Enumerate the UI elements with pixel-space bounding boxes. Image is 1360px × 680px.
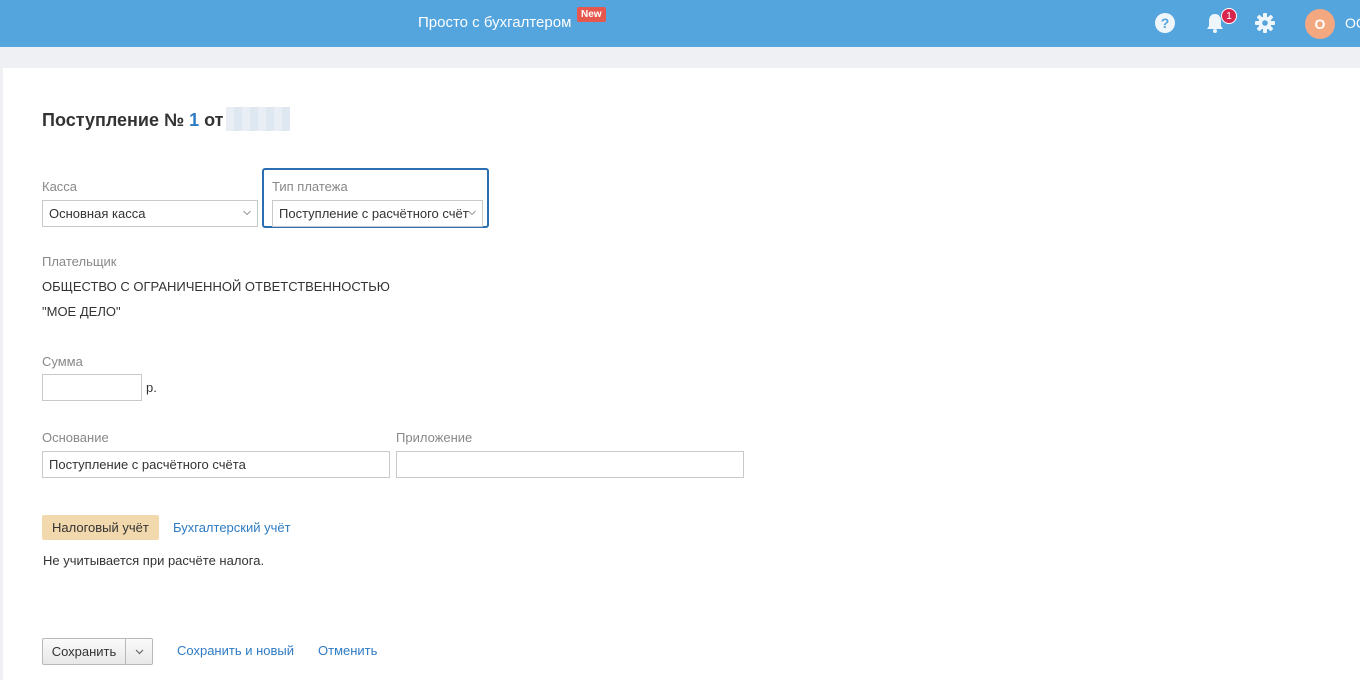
save-options-dropdown-button[interactable] <box>125 638 153 665</box>
kassa-select[interactable]: Основная касса <box>42 200 258 227</box>
attachment-label: Приложение <box>396 430 473 445</box>
basis-input[interactable]: Поступление с расчётного счёта <box>42 451 390 478</box>
kassa-value: Основная касса <box>49 206 146 221</box>
cancel-link[interactable]: Отменить <box>318 643 377 658</box>
basis-label: Основание <box>42 430 109 445</box>
new-badge: New <box>577 7 606 22</box>
document-number[interactable]: 1 <box>189 110 199 130</box>
page-title: Поступление № 1 от <box>42 110 224 131</box>
tab-bookkeeping[interactable]: Бухгалтерский учёт <box>173 520 291 535</box>
chevron-down-icon <box>243 210 251 216</box>
payment-type-label: Тип платежа <box>272 179 348 194</box>
save-and-new-link[interactable]: Сохранить и новый <box>177 643 294 658</box>
attachment-input[interactable] <box>396 451 744 478</box>
notification-count-badge: 1 <box>1221 8 1237 24</box>
chevron-down-icon <box>468 210 476 216</box>
payment-type-value: Поступление с расчётного счёт <box>279 206 469 221</box>
chevron-down-icon <box>135 649 144 655</box>
organization-name[interactable]: ОС <box>1345 15 1360 31</box>
kassa-label: Касса <box>42 179 78 194</box>
save-button[interactable]: Сохранить <box>42 638 126 665</box>
payer-label: Плательщик <box>42 254 117 269</box>
help-icon[interactable]: ? <box>1154 12 1176 34</box>
simple-with-accountant-link[interactable]: Просто с бухгалтером <box>418 14 571 31</box>
title-prefix: Поступление № <box>42 110 185 130</box>
avatar[interactable]: О <box>1305 9 1335 39</box>
gear-icon[interactable] <box>1254 12 1276 34</box>
tab-tax-accounting[interactable]: Налоговый учёт <box>42 515 159 540</box>
svg-text:?: ? <box>1161 15 1170 31</box>
sum-currency-unit: р. <box>146 380 157 395</box>
main-content <box>3 68 1360 680</box>
title-from: от <box>204 110 224 130</box>
document-date-redacted <box>226 107 290 131</box>
payer-name-line2[interactable]: "МОЕ ДЕЛО" <box>42 304 121 319</box>
tax-note: Не учитывается при расчёте налога. <box>43 553 265 568</box>
top-bar: Просто с бухгалтером New ? 1 О О <box>0 0 1360 47</box>
payer-name-line1[interactable]: ОБЩЕСТВО С ОГРАНИЧЕННОЙ ОТВЕТСТВЕННОСТЬЮ <box>42 279 390 294</box>
sum-label: Сумма <box>42 354 83 369</box>
payment-type-select[interactable]: Поступление с расчётного счёт <box>272 200 483 227</box>
sum-input[interactable] <box>42 374 142 401</box>
basis-value: Поступление с расчётного счёта <box>49 457 246 472</box>
